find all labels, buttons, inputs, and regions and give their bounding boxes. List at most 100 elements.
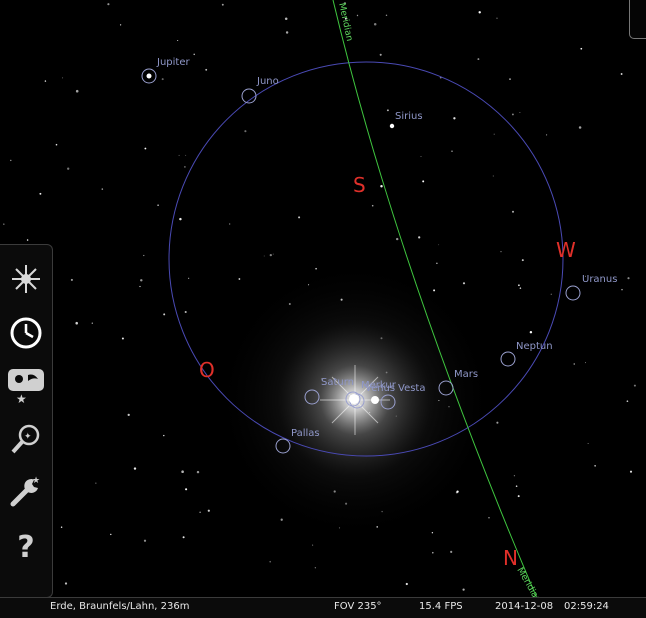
cardinal-north: N xyxy=(503,546,518,570)
date-text[interactable]: 2014-12-08 xyxy=(495,601,553,612)
wrench-icon: ★ xyxy=(10,476,40,507)
star xyxy=(64,582,68,585)
label-uranus: Uranus xyxy=(582,274,618,285)
star xyxy=(196,470,200,474)
star xyxy=(379,53,382,56)
star xyxy=(75,89,79,93)
star xyxy=(140,279,143,282)
settings-button[interactable]: ★ xyxy=(6,471,46,511)
status-bar: Erde, Braunfels/Lahn, 236m FOV 235° 15.4… xyxy=(0,597,646,618)
star xyxy=(139,285,141,288)
help-icon: ? xyxy=(17,530,34,563)
label-venus: Venus xyxy=(365,383,396,394)
star xyxy=(39,192,42,195)
star xyxy=(238,278,241,280)
cardinal-south: S xyxy=(353,173,366,197)
star xyxy=(626,400,629,403)
star xyxy=(188,277,190,279)
cardinal-east: O xyxy=(199,358,215,382)
star xyxy=(405,582,408,586)
star xyxy=(633,384,636,387)
star xyxy=(221,3,224,6)
star xyxy=(207,509,210,512)
label-mars: Mars xyxy=(454,369,479,380)
sun-dot xyxy=(349,394,359,404)
star xyxy=(119,24,122,26)
fps-text: 15.4 FPS xyxy=(419,601,463,612)
date-time-button[interactable] xyxy=(6,313,46,353)
star xyxy=(518,284,520,287)
sky-culture-button[interactable] xyxy=(6,259,46,299)
star xyxy=(493,133,495,135)
star xyxy=(519,112,521,113)
star xyxy=(163,313,166,316)
star xyxy=(179,217,182,221)
star xyxy=(356,14,359,17)
search-button[interactable]: ✦ xyxy=(6,419,46,459)
svg-text:✦: ✦ xyxy=(24,432,32,442)
star xyxy=(432,551,434,554)
star xyxy=(496,17,498,19)
star xyxy=(478,11,481,14)
star xyxy=(229,223,231,225)
label-sirius: Sirius xyxy=(395,111,423,122)
star xyxy=(500,251,502,253)
window-corner-handle[interactable] xyxy=(629,0,646,39)
star xyxy=(284,17,288,20)
jupiter-dot xyxy=(146,73,152,79)
label-jupiter: Jupiter xyxy=(157,57,190,68)
star xyxy=(587,442,589,444)
search-icon: ✦ xyxy=(11,424,40,454)
star xyxy=(298,216,301,219)
star xyxy=(199,511,201,513)
moon-dot xyxy=(371,396,379,404)
star xyxy=(110,533,112,536)
star xyxy=(285,31,289,34)
star xyxy=(488,517,490,519)
cardinal-west: W xyxy=(556,238,576,262)
star xyxy=(163,434,165,437)
star xyxy=(107,3,110,6)
star xyxy=(509,78,511,81)
star xyxy=(513,475,516,477)
star xyxy=(127,413,130,417)
sky-view[interactable] xyxy=(0,0,646,617)
star xyxy=(373,22,377,26)
star xyxy=(629,470,633,473)
star xyxy=(580,47,583,50)
star xyxy=(55,143,58,146)
location-text[interactable]: Erde, Braunfels/Lahn, 236m xyxy=(50,601,189,612)
star xyxy=(10,159,12,162)
star xyxy=(521,259,524,262)
star xyxy=(67,167,70,170)
label-neptun: Neptun xyxy=(516,341,553,352)
star xyxy=(515,485,518,488)
star xyxy=(594,465,596,467)
clock-icon xyxy=(10,317,42,349)
star xyxy=(422,180,425,183)
star xyxy=(185,488,188,491)
star xyxy=(453,117,456,120)
star xyxy=(496,421,499,424)
label-juno: Juno xyxy=(257,76,279,87)
neptun-marker xyxy=(500,351,516,367)
star xyxy=(269,253,272,257)
star xyxy=(529,330,533,334)
sky-view-button[interactable]: ★ xyxy=(6,365,46,405)
star xyxy=(550,293,552,295)
label-pallas: Pallas xyxy=(291,428,320,439)
sky-culture-icon xyxy=(12,265,40,293)
star xyxy=(578,126,582,129)
star xyxy=(380,184,383,188)
star xyxy=(133,467,137,470)
star xyxy=(161,78,164,81)
star xyxy=(477,58,480,61)
time-text[interactable]: 02:59:24 xyxy=(564,601,609,612)
star xyxy=(272,253,274,255)
help-button[interactable]: ? xyxy=(6,525,46,565)
star xyxy=(182,536,185,539)
star xyxy=(312,544,314,546)
star xyxy=(431,532,434,534)
star xyxy=(462,282,466,285)
star xyxy=(573,363,575,365)
